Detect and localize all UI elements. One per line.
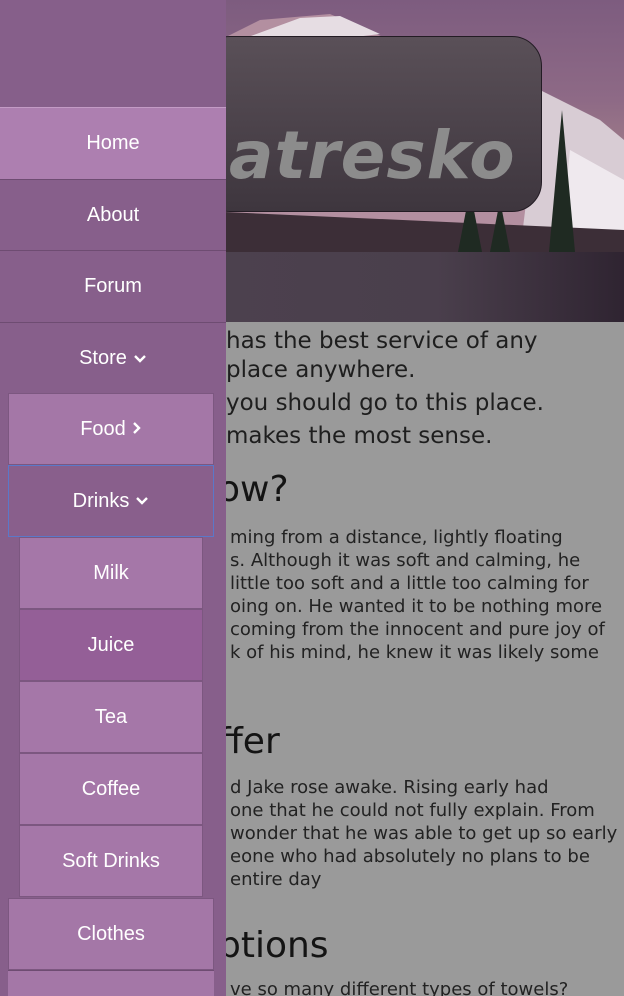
paragraph-line: oing on. He wanted it to be nothing more xyxy=(230,596,603,617)
nav-item-label: Coffee xyxy=(81,777,141,800)
nav-item-label: Soft Drinks xyxy=(62,849,160,872)
nav-item-label: Food xyxy=(80,417,126,440)
nav-item-about[interactable]: About xyxy=(0,179,226,251)
nav-item-label: Juice xyxy=(87,633,135,656)
section-heading: ow? xyxy=(218,469,289,510)
paragraph-line: ming from a distance, lightly floating xyxy=(230,527,563,548)
nav-item-label: Tea xyxy=(94,705,128,728)
chevron-down-icon xyxy=(133,351,147,367)
chevron-right-icon xyxy=(132,421,142,438)
nav-item-clothes[interactable]: Clothes xyxy=(8,898,214,970)
nav-item-label: Store xyxy=(79,347,127,369)
nav-item-label: About xyxy=(86,204,140,226)
nav-item-store[interactable]: Store xyxy=(0,322,226,394)
paragraph-line: coming from the innocent and pure joy of xyxy=(230,619,605,640)
nav-item-home[interactable]: Home xyxy=(0,107,226,179)
lead-line: has the best service of any xyxy=(226,328,538,354)
paragraph-line: k of his mind, he knew it was likely som… xyxy=(230,642,599,663)
nav-item-partial[interactable] xyxy=(8,970,214,996)
paragraph-line: wonder that he was able to get up so ear… xyxy=(230,823,618,844)
sidebar-header xyxy=(0,0,226,107)
nav-item-drinks[interactable]: Drinks xyxy=(8,465,214,537)
nav-item-label: Forum xyxy=(84,275,142,297)
chevron-down-icon xyxy=(135,493,149,509)
paragraph-line: d Jake rose awake. Rising early had xyxy=(230,777,549,798)
paragraph-line: eone who had absolutely no plans to be xyxy=(230,846,590,867)
nav-item-label: Milk xyxy=(93,561,129,584)
brand-logo-box: atresko xyxy=(200,36,542,212)
sidebar-menu: Home About Forum Store Food Drinks Milk … xyxy=(0,0,226,996)
paragraph-line: little too soft and a little too calming… xyxy=(230,573,589,594)
nav-item-soft-drinks[interactable]: Soft Drinks xyxy=(19,825,203,897)
nav-item-coffee[interactable]: Coffee xyxy=(19,753,203,825)
nav-item-label: Home xyxy=(86,132,140,154)
nav-item-label: Clothes xyxy=(77,922,145,945)
nav-item-label: Drinks xyxy=(72,489,130,512)
nav-item-milk[interactable]: Milk xyxy=(19,537,203,609)
paragraph-line: ve so many different types of towels? xyxy=(230,979,569,996)
paragraph-line: s. Although it was soft and calming, he xyxy=(230,550,581,571)
brand-logo-text: atresko xyxy=(229,117,516,194)
lead-line: makes the most sense. xyxy=(226,423,493,449)
section-heading: ffer xyxy=(218,721,280,762)
nav-item-tea[interactable]: Tea xyxy=(19,681,203,753)
nav-item-forum[interactable]: Forum xyxy=(0,250,226,322)
lead-line: you should go to this place. xyxy=(226,390,544,416)
lead-line: place anywhere. xyxy=(226,357,416,383)
paragraph-line: entire day xyxy=(230,869,322,890)
nav-item-juice[interactable]: Juice xyxy=(19,609,203,681)
nav-item-food[interactable]: Food xyxy=(8,393,214,465)
paragraph-line: one that he could not fully explain. Fro… xyxy=(230,800,595,821)
section-heading: ptions xyxy=(218,925,329,966)
